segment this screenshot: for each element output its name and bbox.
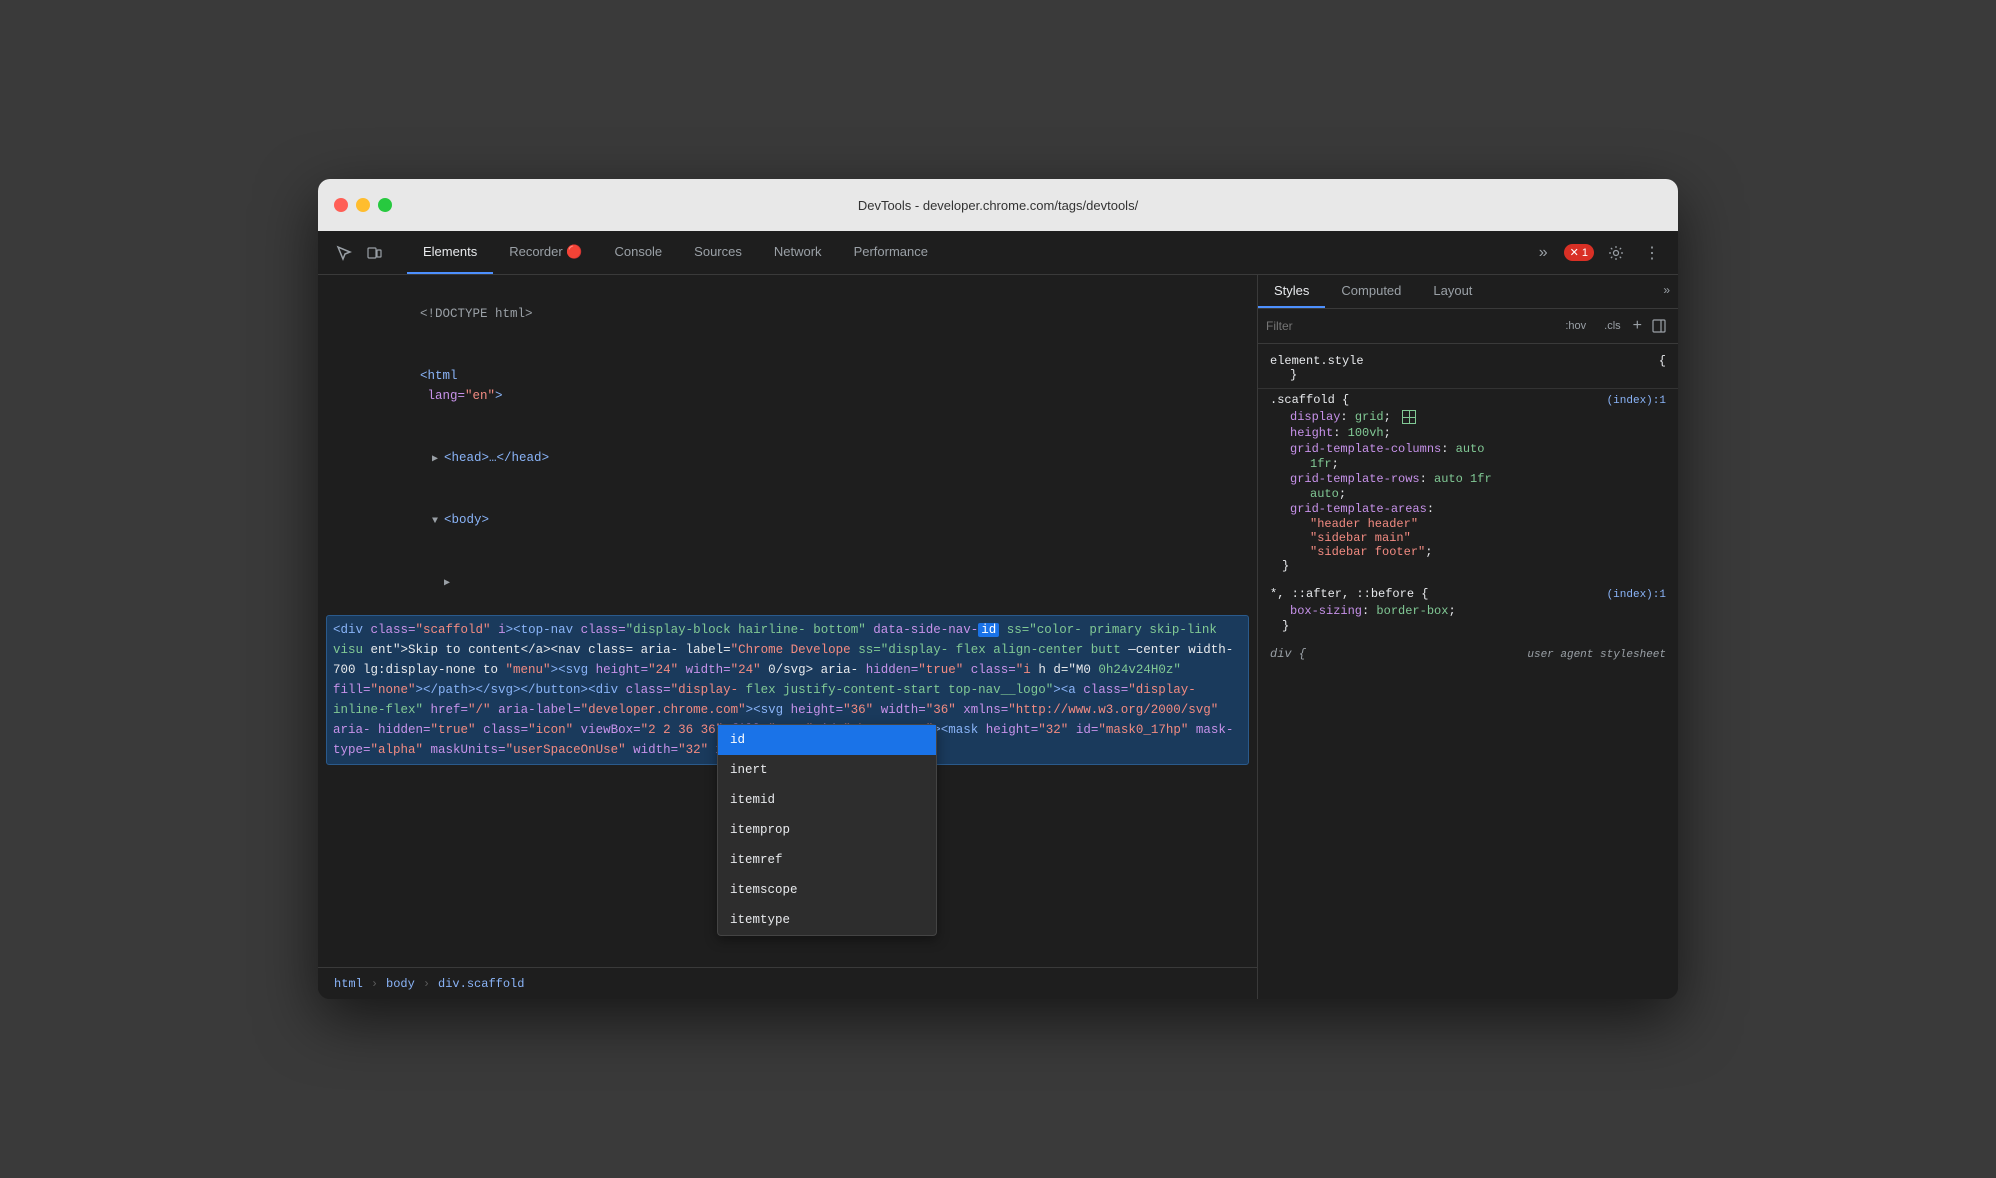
tab-recorder[interactable]: Recorder 🔴 bbox=[493, 231, 598, 274]
selected-element-region[interactable]: <div class="scaffold" i><top-nav class="… bbox=[326, 615, 1249, 765]
styles-content[interactable]: element.style { } .scaffold { bbox=[1258, 344, 1678, 999]
devtools-tabs: Elements Recorder 🔴 Console Sources Netw… bbox=[407, 231, 1531, 274]
styles-filter-bar: :hov .cls + bbox=[1258, 309, 1678, 344]
element-style-selector: element.style bbox=[1270, 354, 1364, 368]
toggle-sidebar-button[interactable] bbox=[1648, 315, 1670, 337]
devtools-container: Elements Recorder 🔴 Console Sources Netw… bbox=[318, 231, 1678, 999]
autocomplete-dropdown: id inert itemid itemprop itemref itemsco… bbox=[717, 724, 937, 936]
styles-panel: Styles Computed Layout » bbox=[1258, 275, 1678, 999]
device-toolbar-button[interactable] bbox=[360, 239, 388, 267]
tree-head[interactable]: ▶ <head>…</head> bbox=[330, 427, 1257, 489]
style-prop-display[interactable]: display: grid; bbox=[1270, 409, 1666, 425]
more-options-button[interactable]: ⋮ bbox=[1638, 239, 1666, 267]
style-prop-box-sizing[interactable]: box-sizing: border-box; bbox=[1270, 603, 1666, 619]
div-source[interactable]: user agent stylesheet bbox=[1527, 649, 1666, 661]
autocomplete-item-id[interactable]: id bbox=[718, 725, 936, 755]
scaffold-selector: .scaffold bbox=[1270, 393, 1335, 407]
styles-tab-styles[interactable]: Styles bbox=[1258, 275, 1325, 308]
autocomplete-item-itemtype[interactable]: itemtype bbox=[718, 905, 936, 935]
autocomplete-item-itemref[interactable]: itemref bbox=[718, 845, 936, 875]
html-tree[interactable]: <!DOCTYPE html> <html lang="en"> ▶ <head… bbox=[318, 275, 1257, 967]
autocomplete-item-itemid[interactable]: itemid bbox=[718, 785, 936, 815]
tab-console[interactable]: Console bbox=[598, 231, 678, 274]
settings-button[interactable] bbox=[1602, 239, 1630, 267]
style-prop-grid-template-rows[interactable]: grid-template-rows: auto 1fr bbox=[1270, 471, 1666, 487]
maximize-button[interactable] bbox=[378, 198, 392, 212]
autocomplete-item-inert[interactable]: inert bbox=[718, 755, 936, 785]
autocomplete-item-itemprop[interactable]: itemprop bbox=[718, 815, 936, 845]
traffic-lights bbox=[334, 198, 392, 212]
styles-filter-input[interactable] bbox=[1266, 319, 1553, 333]
more-styles-tabs-button[interactable]: » bbox=[1655, 275, 1678, 308]
tree-body-child[interactable]: ▶ bbox=[342, 551, 1257, 613]
tab-elements[interactable]: Elements bbox=[407, 231, 493, 274]
styles-tab-computed[interactable]: Computed bbox=[1325, 275, 1417, 308]
elements-panel: <!DOCTYPE html> <html lang="en"> ▶ <head… bbox=[318, 275, 1258, 999]
tab-sources[interactable]: Sources bbox=[678, 231, 758, 274]
more-tabs-button[interactable]: » bbox=[1531, 231, 1556, 274]
autocomplete-item-itemscope[interactable]: itemscope bbox=[718, 875, 936, 905]
tree-doctype: <!DOCTYPE html> bbox=[318, 283, 1257, 345]
window-title: DevTools - developer.chrome.com/tags/dev… bbox=[858, 198, 1138, 213]
error-badge[interactable]: ✕ 1 bbox=[1564, 244, 1594, 261]
universal-rule: *, ::after, ::before { (index):1 box-siz… bbox=[1258, 583, 1678, 643]
titlebar: DevTools - developer.chrome.com/tags/dev… bbox=[318, 179, 1678, 231]
breadcrumb-body[interactable]: body bbox=[382, 975, 419, 993]
scaffold-rule: .scaffold { (index):1 display: grid; hei… bbox=[1258, 389, 1678, 583]
div-rule: div { user agent stylesheet bbox=[1258, 643, 1678, 667]
devtools-toolbar: Elements Recorder 🔴 Console Sources Netw… bbox=[318, 231, 1678, 275]
breadcrumb-html[interactable]: html bbox=[330, 975, 367, 993]
style-prop-height[interactable]: height: 100vh; bbox=[1270, 425, 1666, 441]
toolbar-right: ✕ 1 ⋮ bbox=[1556, 231, 1674, 274]
breadcrumb-div-scaffold[interactable]: div.scaffold bbox=[434, 975, 528, 993]
scaffold-source[interactable]: (index):1 bbox=[1607, 395, 1666, 407]
devtools-window: DevTools - developer.chrome.com/tags/dev… bbox=[318, 179, 1678, 999]
style-prop-grid-template-areas[interactable]: grid-template-areas: bbox=[1270, 501, 1666, 517]
styles-tabs: Styles Computed Layout » bbox=[1258, 275, 1678, 309]
minimize-button[interactable] bbox=[356, 198, 370, 212]
add-style-rule-button[interactable]: + bbox=[1633, 318, 1642, 334]
filter-cls-button[interactable]: .cls bbox=[1598, 318, 1627, 334]
inspect-element-button[interactable] bbox=[330, 239, 358, 267]
devtools-content: <!DOCTYPE html> <html lang="en"> ▶ <head… bbox=[318, 275, 1678, 999]
styles-tab-layout[interactable]: Layout bbox=[1417, 275, 1488, 308]
style-prop-grid-template-columns[interactable]: grid-template-columns: auto bbox=[1270, 441, 1666, 457]
tab-network[interactable]: Network bbox=[758, 231, 838, 274]
tree-html[interactable]: <html lang="en"> bbox=[318, 345, 1257, 427]
div-selector: div { bbox=[1270, 647, 1306, 661]
close-button[interactable] bbox=[334, 198, 348, 212]
element-style-section: element.style { } bbox=[1258, 352, 1678, 389]
tree-body[interactable]: ▼ <body> bbox=[330, 489, 1257, 551]
universal-source[interactable]: (index):1 bbox=[1607, 589, 1666, 601]
tab-performance[interactable]: Performance bbox=[838, 231, 944, 274]
filter-hov-button[interactable]: :hov bbox=[1559, 318, 1592, 334]
toolbar-icons bbox=[322, 231, 407, 274]
universal-selector: *, ::after, ::before bbox=[1270, 587, 1414, 601]
breadcrumb-bar: html › body › div.scaffold bbox=[318, 967, 1257, 999]
grid-layout-icon[interactable] bbox=[1402, 410, 1416, 424]
